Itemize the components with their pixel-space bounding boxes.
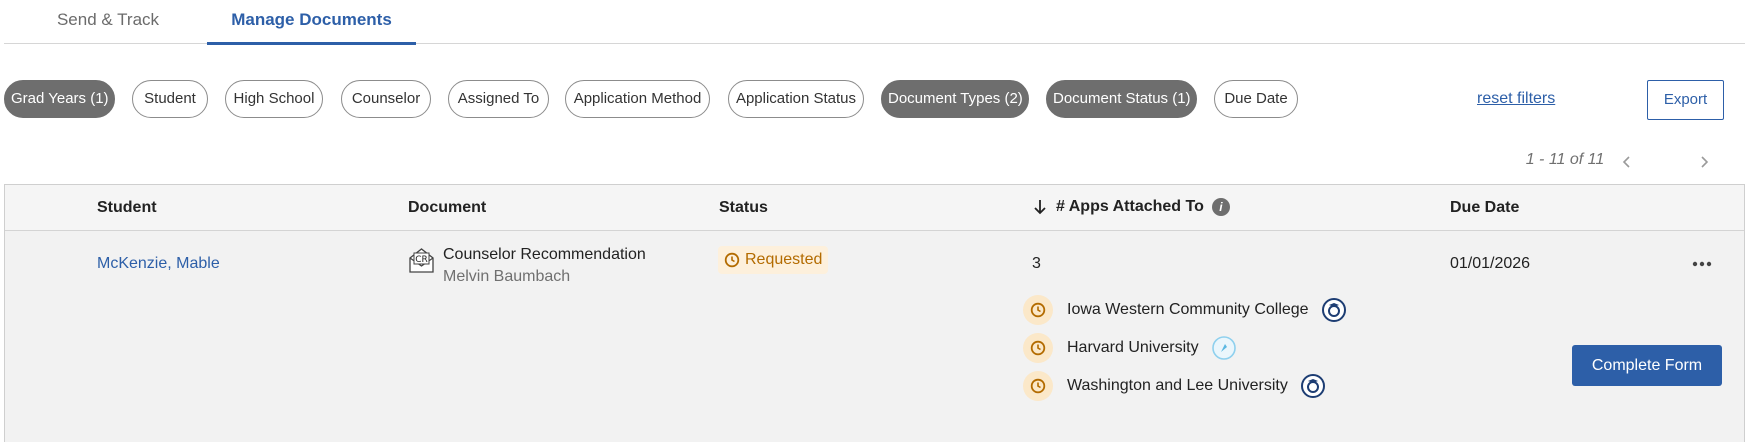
school-list-item: Washington and Lee University xyxy=(1023,369,1326,403)
status-badge: Requested xyxy=(718,246,829,274)
due-date-value: 01/01/2026 xyxy=(1450,255,1531,272)
filter-chip-counselor[interactable]: Counselor xyxy=(341,80,431,118)
table-row: McKenzie, Mable CR Counselor Recommendat… xyxy=(5,232,1744,442)
column-header-apps-label: # Apps Attached To xyxy=(1056,198,1204,215)
column-header-due-date[interactable]: Due Date xyxy=(1450,199,1519,217)
school-list-item: Iowa Western Community College xyxy=(1023,293,1347,327)
filter-chip-assigned-to[interactable]: Assigned To xyxy=(448,80,549,118)
ellipsis-icon xyxy=(1692,261,1712,267)
column-header-status[interactable]: Status xyxy=(719,199,768,217)
next-page-button[interactable] xyxy=(1690,148,1718,176)
tab-bar: Send & Track Manage Documents xyxy=(4,0,1745,45)
tab-manage-documents[interactable]: Manage Documents xyxy=(207,0,416,45)
sort-descending-icon xyxy=(1034,200,1046,215)
chevron-right-icon xyxy=(1701,156,1709,168)
info-icon[interactable]: i xyxy=(1211,198,1230,216)
filter-chip-document-status[interactable]: Document Status (1) xyxy=(1046,80,1197,118)
school-status-clock-icon xyxy=(1023,371,1053,401)
more-options-button[interactable] xyxy=(1688,250,1716,278)
school-name: Iowa Western Community College xyxy=(1067,301,1309,318)
school-list-item: Harvard University xyxy=(1023,331,1237,365)
common-app-icon xyxy=(1300,374,1325,398)
document-recommender: Melvin Baumbach xyxy=(443,268,571,285)
svg-text:CR: CR xyxy=(415,255,428,265)
filter-bar: Grad Years (1) Student High School Couns… xyxy=(4,80,1745,120)
school-name: Harvard University xyxy=(1067,339,1199,356)
column-header-student[interactable]: Student xyxy=(97,199,157,217)
table-header: Student Document Status # Apps Attached … xyxy=(5,185,1744,231)
status-label: Requested xyxy=(745,251,823,268)
clock-icon xyxy=(724,252,740,268)
filter-chip-student[interactable]: Student xyxy=(132,80,208,118)
complete-form-button[interactable]: Complete Form xyxy=(1572,345,1722,386)
column-header-document[interactable]: Document xyxy=(408,199,486,217)
school-name: Washington and Lee University xyxy=(1067,377,1288,394)
filter-chip-application-method[interactable]: Application Method xyxy=(565,80,710,118)
document-title: Counselor Recommendation xyxy=(443,246,646,263)
export-button[interactable]: Export xyxy=(1647,80,1724,120)
filter-chip-due-date[interactable]: Due Date xyxy=(1214,80,1298,118)
coalition-app-icon xyxy=(1211,336,1236,360)
reset-filters-link[interactable]: reset filters xyxy=(1477,80,1555,118)
documents-table: Student Document Status # Apps Attached … xyxy=(4,184,1745,442)
filter-chip-grad-years[interactable]: Grad Years (1) xyxy=(4,80,115,118)
filter-chip-document-types[interactable]: Document Types (2) xyxy=(881,80,1029,118)
column-header-apps-attached[interactable]: # Apps Attached To i xyxy=(1032,198,1230,216)
school-status-clock-icon xyxy=(1023,295,1053,325)
filter-chip-high-school[interactable]: High School xyxy=(225,80,323,118)
tab-send-and-track[interactable]: Send & Track xyxy=(25,0,191,44)
previous-page-button[interactable] xyxy=(1613,148,1641,176)
school-status-clock-icon xyxy=(1023,333,1053,363)
counselor-recommendation-document-icon: CR xyxy=(409,248,434,273)
student-name-link[interactable]: McKenzie, Mable xyxy=(97,255,220,273)
common-app-icon xyxy=(1321,298,1346,322)
chevron-left-icon xyxy=(1622,156,1630,168)
apps-attached-count: 3 xyxy=(1032,255,1041,272)
filter-chip-application-status[interactable]: Application Status xyxy=(728,80,864,118)
